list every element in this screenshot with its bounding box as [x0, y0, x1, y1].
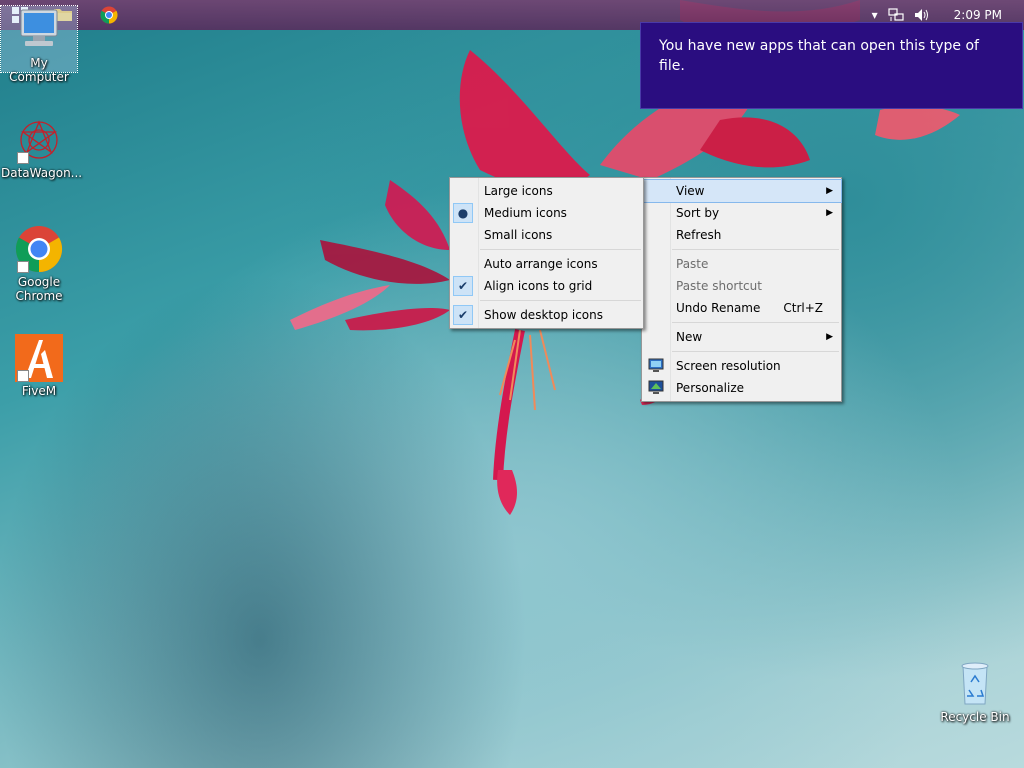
menu-separator	[480, 249, 641, 250]
desktop-icon-datawagon[interactable]: DataWagon...	[1, 116, 83, 180]
display-settings-icon	[648, 358, 664, 372]
volume-icon[interactable]	[914, 8, 930, 22]
menu-item-undo-rename[interactable]: Undo Rename Ctrl+Z	[642, 297, 841, 319]
menu-item-label: Align icons to grid	[484, 279, 593, 293]
menu-item-label: Show desktop icons	[484, 308, 604, 322]
menu-item-label: View	[676, 184, 705, 198]
menu-item-small-icons[interactable]: Small icons	[450, 224, 643, 246]
radio-bullet-icon: ●	[453, 203, 473, 223]
view-submenu: Large icons ● Medium icons Small icons A…	[449, 177, 644, 329]
checkmark-icon: ✔	[453, 276, 473, 296]
menu-separator	[672, 322, 839, 323]
desktop-icon-label: My Computer	[9, 56, 69, 84]
personalize-icon	[648, 380, 664, 394]
shortcut-arrow-icon	[17, 370, 29, 382]
desktop-icon-label: Chrome	[15, 289, 63, 303]
menu-item-label: Auto arrange icons	[484, 257, 598, 271]
menu-item-sort-by[interactable]: Sort by ▶	[642, 202, 841, 224]
shortcut-arrow-icon	[17, 261, 29, 273]
menu-item-align-to-grid[interactable]: ✔ Align icons to grid	[450, 275, 643, 297]
desktop-icon-recycle-bin[interactable]: Recycle Bin	[937, 660, 1013, 724]
menu-item-personalize[interactable]: Personalize	[642, 377, 841, 399]
submenu-arrow-icon: ▶	[826, 186, 833, 196]
submenu-arrow-icon: ▶	[826, 208, 833, 218]
menu-item-label: New	[676, 330, 703, 344]
menu-item-label: Sort by	[676, 206, 720, 220]
menu-item-large-icons[interactable]: Large icons	[450, 180, 643, 202]
chrome-icon[interactable]	[100, 6, 118, 24]
checkmark-icon: ✔	[453, 305, 473, 325]
menu-item-label: Paste shortcut	[676, 279, 762, 293]
tray-overflow-icon[interactable]: ▾	[872, 8, 878, 22]
menu-item-label: Screen resolution	[676, 359, 781, 373]
menu-separator	[672, 249, 839, 250]
menu-item-new[interactable]: New ▶	[642, 326, 841, 348]
menu-item-label: Small icons	[484, 228, 553, 242]
clock[interactable]: 2:09 PM	[954, 8, 1002, 22]
desktop-icon-google-chrome[interactable]: Google Chrome	[1, 225, 77, 303]
desktop-icon-label: Recycle Bin	[940, 710, 1010, 724]
submenu-arrow-icon: ▶	[826, 332, 833, 342]
menu-item-shortcut: Ctrl+Z	[783, 301, 823, 315]
menu-item-label: Medium icons	[484, 206, 567, 220]
menu-separator	[480, 300, 641, 301]
new-apps-notification[interactable]: You have new apps that can open this typ…	[640, 22, 1023, 109]
menu-item-refresh[interactable]: Refresh	[642, 224, 841, 246]
network-icon[interactable]	[888, 8, 904, 22]
desktop-icon-label: Google	[17, 275, 61, 289]
menu-item-label: Personalize	[676, 381, 745, 395]
shortcut-arrow-icon	[17, 152, 29, 164]
menu-item-paste[interactable]: Paste	[642, 253, 841, 275]
desktop-icon-my-computer[interactable]: My Computer	[0, 5, 78, 84]
menu-item-label: Refresh	[676, 228, 722, 242]
menu-item-label: Undo Rename	[676, 301, 761, 315]
menu-item-show-desktop-icons[interactable]: ✔ Show desktop icons	[450, 304, 643, 326]
menu-item-screen-resolution[interactable]: Screen resolution	[642, 355, 841, 377]
menu-item-view[interactable]: View ▶	[641, 179, 842, 203]
menu-item-label: Paste	[676, 257, 709, 271]
desktop-icon-label: DataWagon...	[1, 166, 83, 180]
desktop-context-menu: View ▶ Sort by ▶ Refresh Paste Paste sho…	[641, 177, 842, 402]
menu-item-paste-shortcut[interactable]: Paste shortcut	[642, 275, 841, 297]
menu-item-label: Large icons	[484, 184, 553, 198]
computer-icon	[20, 9, 58, 46]
notification-message: You have new apps that can open this typ…	[659, 38, 979, 74]
desktop-icon-label: FiveM	[21, 384, 57, 398]
menu-separator	[672, 351, 839, 352]
recycle-bin-icon	[961, 662, 989, 705]
menu-item-auto-arrange[interactable]: Auto arrange icons	[450, 253, 643, 275]
wallpaper-flower	[290, 0, 960, 515]
desktop-icon-fivem[interactable]: FiveM	[1, 334, 77, 398]
menu-item-medium-icons[interactable]: ● Medium icons	[450, 202, 643, 224]
